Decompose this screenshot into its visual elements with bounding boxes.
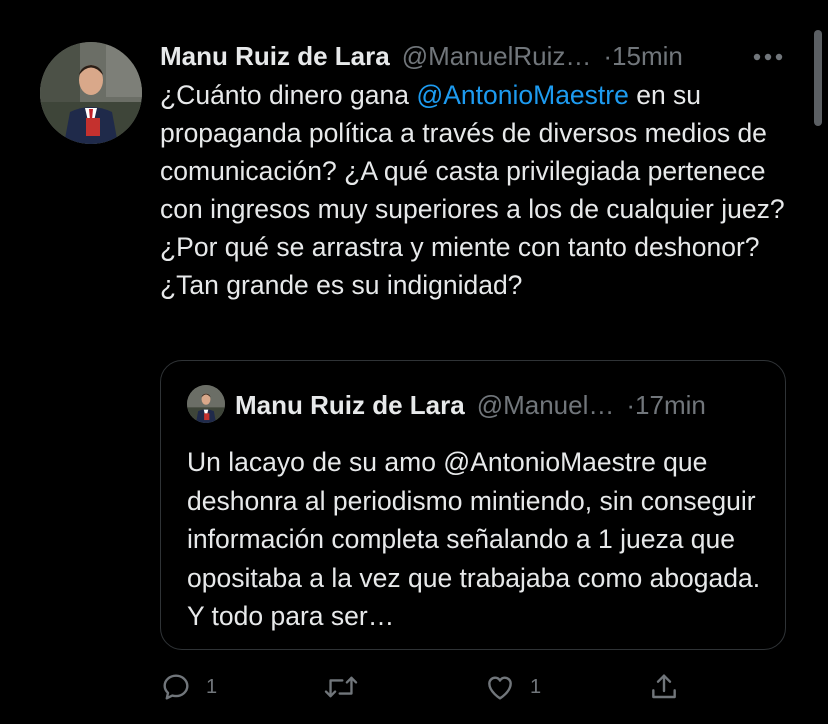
tweet-text-after: en su propaganda política a través de di…: [160, 80, 785, 300]
quoted-tweet[interactable]: Manu Ruiz de Lara @Manuel… ·17min Un lac…: [160, 360, 786, 650]
retweet-button[interactable]: [324, 662, 372, 712]
quote-text: Un lacayo de su amo @AntonioMaestre que …: [187, 447, 761, 631]
avatar-photo: [40, 42, 142, 144]
tweet-text: ¿Cuánto dinero gana @AntonioMaestre en s…: [160, 76, 790, 304]
author-name[interactable]: Manu Ruiz de Lara: [160, 41, 390, 72]
author-handle[interactable]: @ManuelRuiz…: [402, 41, 592, 72]
reply-icon: [163, 674, 189, 700]
tweet-time[interactable]: ·15min: [603, 41, 682, 72]
quote-avatar-photo: [187, 385, 225, 423]
tweet[interactable]: Manu Ruiz de Lara @ManuelRuiz… ·15min ¿C…: [0, 0, 828, 724]
quote-time: ·17min: [626, 389, 706, 420]
reply-count: 1: [206, 675, 218, 698]
share-button[interactable]: [648, 662, 680, 712]
tweet-header: Manu Ruiz de Lara @ManuelRuiz… ·15min: [160, 36, 770, 76]
quote-author-handle: @Manuel…: [476, 389, 615, 420]
quote-author-name: Manu Ruiz de Lara: [235, 389, 465, 420]
like-button[interactable]: 1: [484, 662, 541, 712]
reply-button[interactable]: 1: [160, 662, 217, 712]
heart-icon: [488, 676, 512, 700]
mention-link[interactable]: @AntonioMaestre: [416, 80, 629, 110]
quote-author-avatar: [187, 385, 225, 423]
share-icon: [652, 674, 676, 699]
action-bar: 1 1: [0, 662, 828, 712]
retweet-icon: [324, 676, 358, 698]
author-avatar[interactable]: [40, 42, 142, 144]
more-dots-icon[interactable]: [752, 52, 792, 62]
quote-header: Manu Ruiz de Lara @Manuel… ·17min: [235, 387, 775, 423]
tweet-text-before: ¿Cuánto dinero gana: [160, 80, 417, 110]
scrollbar-thumb[interactable]: [814, 30, 822, 126]
like-count: 1: [530, 675, 542, 698]
